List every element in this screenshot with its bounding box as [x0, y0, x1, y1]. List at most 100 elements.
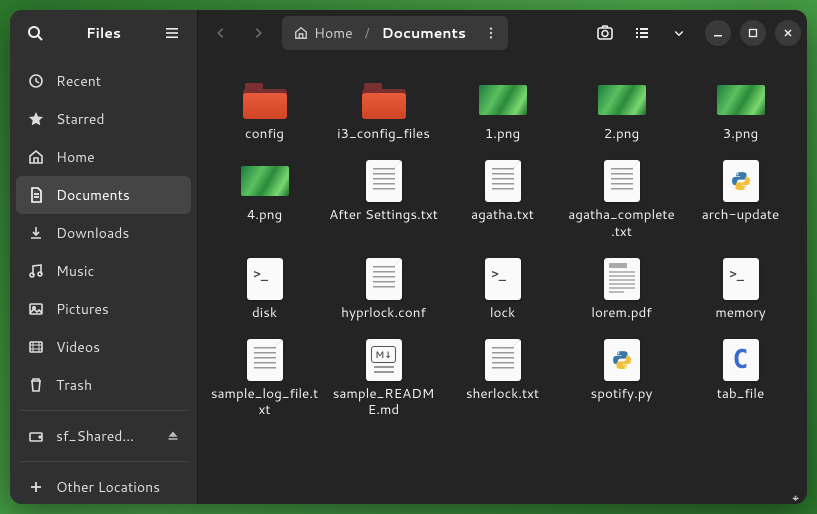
toolbar: Home / Documents — [198, 10, 807, 56]
sidebar-item-starred[interactable]: Starred — [16, 100, 191, 138]
file-item[interactable]: After Settings.txt — [325, 155, 442, 247]
python-icon — [717, 161, 765, 201]
toolbar-search-button[interactable] — [588, 16, 622, 50]
file-item[interactable]: sherlock.txt — [444, 334, 561, 426]
videos-icon — [28, 339, 44, 355]
plus-icon — [28, 479, 44, 495]
file-item[interactable]: 4.png — [206, 155, 323, 247]
file-item[interactable]: Ctab_file — [682, 334, 799, 426]
file-name: i3_config_files — [337, 126, 430, 143]
downloads-icon — [28, 225, 44, 241]
pictures-icon — [28, 301, 44, 317]
file-item[interactable]: 2.png — [563, 74, 680, 149]
search-button[interactable] — [18, 16, 52, 50]
file-item[interactable]: M↓ sample_README.md — [325, 334, 442, 426]
script-icon: >_ — [717, 259, 765, 299]
cursor-icon: ⌖ — [792, 489, 799, 506]
eject-button[interactable] — [167, 430, 179, 442]
markdown-icon: M↓ — [360, 340, 408, 380]
sidebar-item-label: Recent — [56, 71, 101, 91]
sidebar-item-pictures[interactable]: Pictures — [16, 290, 191, 328]
text-icon — [479, 161, 527, 201]
sidebar-item-label: Documents — [56, 185, 130, 205]
text-icon — [241, 340, 289, 380]
sidebar-item-label: Other Locations — [56, 477, 160, 497]
file-item[interactable]: >_memory — [682, 253, 799, 328]
sidebar-item-downloads[interactable]: Downloads — [16, 214, 191, 252]
text-icon — [360, 259, 408, 299]
file-name: lock — [490, 305, 515, 322]
close-icon — [783, 28, 793, 38]
search-icon — [27, 25, 43, 41]
file-item[interactable]: i3_config_files — [325, 74, 442, 149]
file-item[interactable]: spotify.py — [563, 334, 680, 426]
sidebar: Files RecentStarredHomeDocumentsDownload… — [10, 10, 198, 504]
sidebar-list: Recent Starred Home Documents Downloads Music… — [10, 56, 197, 504]
minimize-icon — [713, 28, 723, 38]
file-item[interactable]: arch-update — [682, 155, 799, 247]
path-segment-home[interactable]: Home — [286, 19, 361, 47]
file-item[interactable]: hyprlock.conf — [325, 253, 442, 328]
file-item[interactable]: >_lock — [444, 253, 561, 328]
sidebar-item-videos[interactable]: Videos — [16, 328, 191, 366]
trash-icon — [28, 377, 44, 393]
file-name: lorem.pdf — [591, 305, 651, 322]
file-item[interactable]: sample_log_file.txt — [206, 334, 323, 426]
maximize-button[interactable] — [740, 20, 766, 46]
file-item[interactable]: 1.png — [444, 74, 561, 149]
file-name: spotify.py — [591, 386, 653, 403]
file-name: agatha.txt — [471, 207, 534, 224]
file-item[interactable]: lorem.pdf — [563, 253, 680, 328]
file-name: agatha_complete.txt — [567, 207, 676, 241]
back-button[interactable] — [204, 16, 238, 50]
sidebar-item-trash[interactable]: Trash — [16, 366, 191, 404]
file-grid[interactable]: config i3_config_files 1.png 2.png 3.png 4.pn… — [198, 56, 807, 504]
path-menu-button[interactable] — [478, 20, 504, 46]
file-name: 3.png — [723, 126, 759, 143]
home-icon — [28, 149, 44, 165]
file-name: After Settings.txt — [329, 207, 438, 224]
image-icon — [479, 80, 527, 120]
chevron-left-icon — [214, 26, 228, 40]
chevron-right-icon — [251, 26, 265, 40]
file-name: sample_log_file.txt — [210, 386, 319, 420]
sidebar-item-label: Trash — [56, 375, 92, 395]
view-options-button[interactable] — [662, 16, 696, 50]
view-mode-button[interactable] — [625, 16, 659, 50]
sidebar-menu-button[interactable] — [155, 16, 189, 50]
file-item[interactable]: agatha.txt — [444, 155, 561, 247]
file-item[interactable]: 3.png — [682, 74, 799, 149]
close-button[interactable] — [775, 20, 801, 46]
sidebar-item-music[interactable]: Music — [16, 252, 191, 290]
starred-icon — [28, 111, 44, 127]
recent-icon — [28, 73, 44, 89]
script-icon: >_ — [479, 259, 527, 299]
path-bar: Home / Documents — [282, 16, 508, 50]
sidebar-item-label: Videos — [56, 337, 100, 357]
forward-button[interactable] — [241, 16, 275, 50]
path-segment-documents[interactable]: Documents — [374, 19, 474, 47]
file-name: arch-update — [702, 207, 780, 224]
sidebar-item-home[interactable]: Home — [16, 138, 191, 176]
file-name: 4.png — [247, 207, 283, 224]
minimize-button[interactable] — [705, 20, 731, 46]
file-item[interactable]: config — [206, 74, 323, 149]
text-icon — [479, 340, 527, 380]
drive-icon — [28, 428, 44, 444]
file-item[interactable]: >_disk — [206, 253, 323, 328]
path-segment-label: Documents — [382, 23, 466, 43]
sidebar-item-label: Music — [56, 261, 94, 281]
sidebar-item-label: Home — [56, 147, 95, 167]
file-name: sample_README.md — [329, 386, 438, 420]
sidebar-mount[interactable]: sf_Shared… — [16, 417, 191, 455]
sidebar-item-documents[interactable]: Documents — [16, 176, 191, 214]
file-name: disk — [252, 305, 277, 322]
sidebar-other-locations[interactable]: Other Locations — [16, 468, 191, 504]
file-name: 2.png — [604, 126, 640, 143]
file-item[interactable]: agatha_complete.txt — [563, 155, 680, 247]
sidebar-item-label: Downloads — [56, 223, 129, 243]
sidebar-item-label: Starred — [56, 109, 105, 129]
script-icon: >_ — [241, 259, 289, 299]
file-name: 1.png — [485, 126, 521, 143]
sidebar-item-recent[interactable]: Recent — [16, 62, 191, 100]
